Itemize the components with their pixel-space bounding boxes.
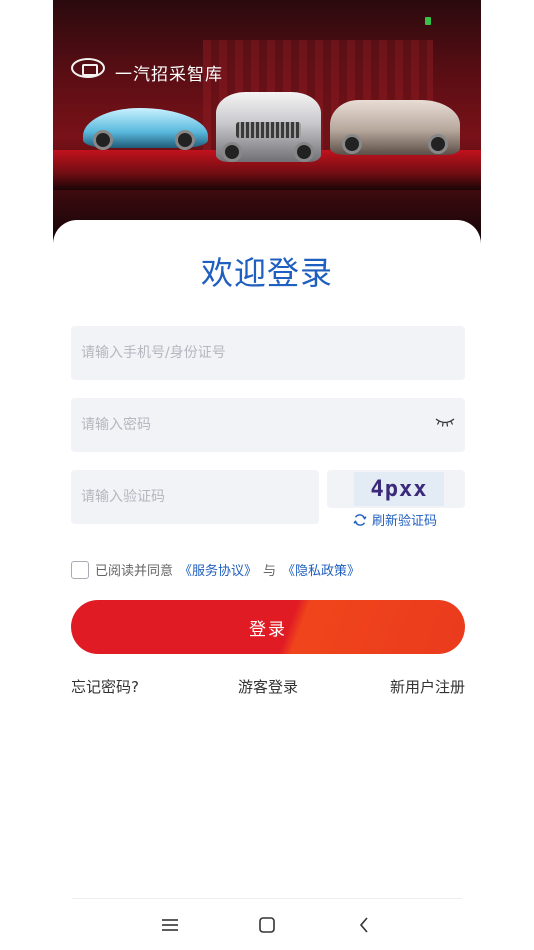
password-input[interactable] xyxy=(71,398,465,452)
back-icon[interactable] xyxy=(353,914,375,936)
agreement-connector: 与 xyxy=(263,564,277,579)
home-icon[interactable] xyxy=(256,914,278,936)
guest-login-link[interactable]: 游客登录 xyxy=(238,676,298,697)
login-card: 欢迎登录 4pxx xyxy=(53,220,481,950)
bottom-links: 忘记密码? 游客登录 新用户注册 xyxy=(71,676,465,698)
forgot-password-link[interactable]: 忘记密码? xyxy=(71,676,139,697)
service-agreement-link[interactable]: 《服务协议》 xyxy=(179,560,257,579)
status-indicator-icon xyxy=(425,17,431,25)
sports-car-image xyxy=(83,108,208,150)
sedan-car-image xyxy=(216,92,321,162)
agreement-row: 已阅读并同意 《服务协议》 与 《隐私政策》 xyxy=(71,560,360,579)
captcha-container: 4pxx xyxy=(327,470,465,508)
login-page: 一汽招采智库 欢迎登录 请输入手机号/身份证号 请输入验证码 4pxx 刷新验证… xyxy=(0,0,534,950)
nav-divider xyxy=(72,898,462,899)
captcha-input[interactable] xyxy=(71,470,319,524)
refresh-captcha-label: 刷新验证码 xyxy=(372,514,438,529)
brand-title: 一汽招采智库 xyxy=(115,65,223,85)
captcha-field xyxy=(71,470,319,524)
suv-car-image xyxy=(330,100,460,155)
agreement-prefix: 已阅读并同意 xyxy=(95,564,174,579)
faw-logo-icon xyxy=(71,58,105,78)
captcha-image[interactable]: 4pxx xyxy=(354,472,444,506)
agreement-checkbox[interactable] xyxy=(71,560,89,579)
register-link[interactable]: 新用户注册 xyxy=(390,676,465,697)
eye-closed-icon[interactable] xyxy=(435,416,455,428)
phone-input[interactable] xyxy=(71,326,465,380)
refresh-icon xyxy=(353,513,367,526)
refresh-captcha-button[interactable]: 刷新验证码 xyxy=(353,510,437,529)
menu-icon[interactable] xyxy=(159,914,181,936)
password-field xyxy=(71,398,465,452)
login-button[interactable]: 登录 xyxy=(71,600,465,654)
phone-field xyxy=(71,326,465,380)
hero-banner: 一汽招采智库 xyxy=(53,0,481,250)
privacy-policy-link[interactable]: 《隐私政策》 xyxy=(282,560,360,579)
page-title: 欢迎登录 xyxy=(200,254,333,292)
